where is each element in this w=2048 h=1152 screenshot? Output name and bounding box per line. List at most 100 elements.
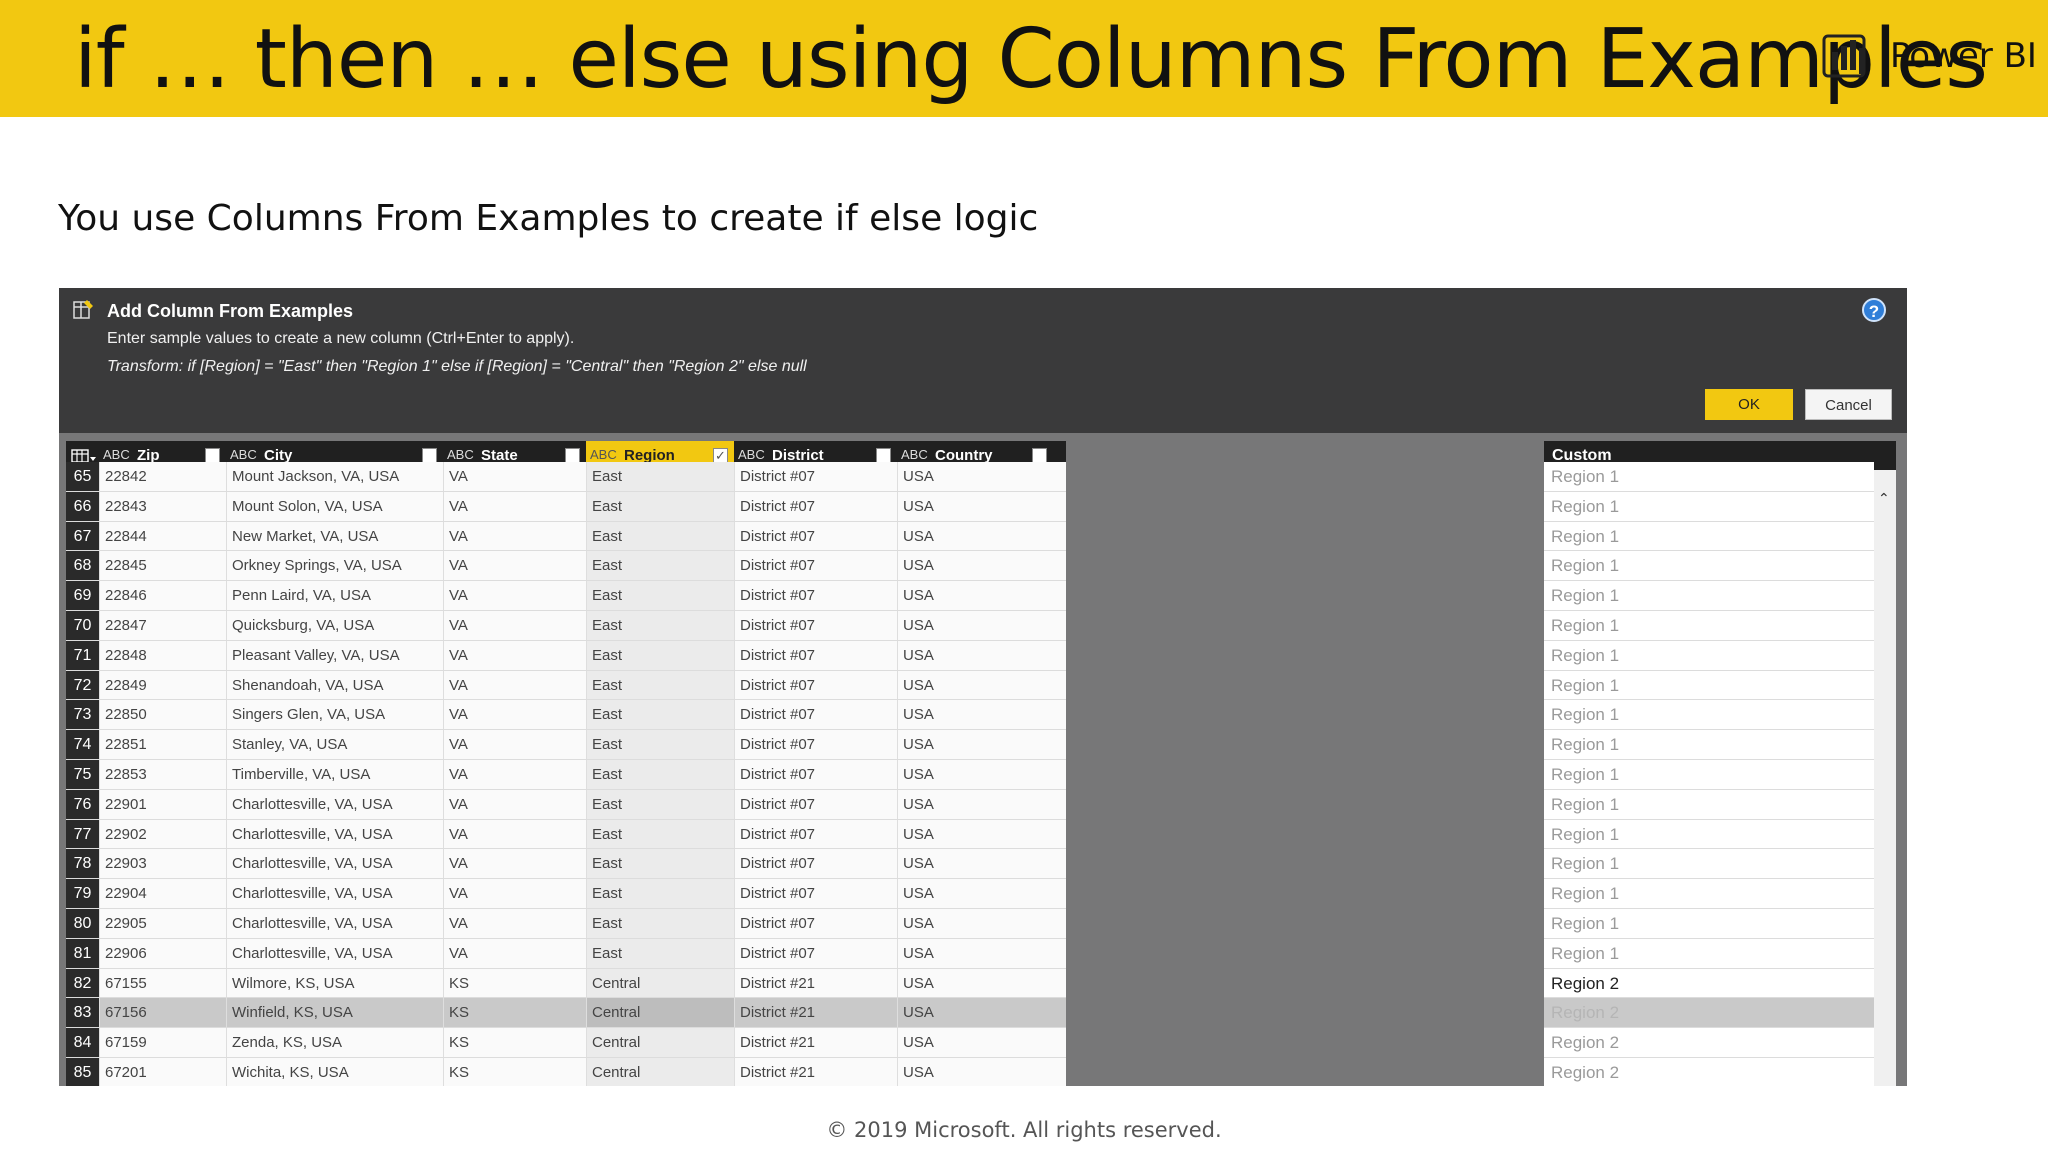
column-checkbox[interactable] <box>205 448 220 463</box>
table-row[interactable]: 70 22847 Quicksburg, VA, USA VA East District… <box>66 611 1066 641</box>
cell-state: VA <box>443 491 586 521</box>
cell-district: District #07 <box>734 700 897 730</box>
custom-value-cell[interactable]: Region 1 <box>1544 909 1874 939</box>
cell-district: District #07 <box>734 670 897 700</box>
help-icon[interactable]: ? <box>1862 298 1886 322</box>
table-row[interactable]: 84 67159 Zenda, KS, USA KS Central District #… <box>66 1028 1066 1058</box>
table-row[interactable]: 68 22845 Orkney Springs, VA, USA VA East Dist… <box>66 551 1066 582</box>
cell-district: District #07 <box>734 730 897 759</box>
custom-value-cell[interactable]: Region 2 <box>1544 1028 1874 1058</box>
cell-state: VA <box>443 819 586 849</box>
custom-value-cell[interactable]: Region 1 <box>1544 879 1874 909</box>
table-row[interactable]: 73 22850 Singers Glen, VA, USA VA East Distri… <box>66 700 1066 731</box>
cell-district: District #07 <box>734 581 897 610</box>
custom-value-cell[interactable]: Region 2 <box>1544 998 1874 1029</box>
column-checkbox[interactable] <box>1032 448 1047 463</box>
table-row[interactable]: 83 67156 Winfield, KS, USA KS Central Distric… <box>66 998 1066 1029</box>
scroll-up-icon[interactable]: ⌃ <box>1878 490 1890 507</box>
cell-country: USA <box>897 491 1053 521</box>
custom-value-cell[interactable]: Region 1 <box>1544 938 1874 969</box>
table-row[interactable]: 72 22849 Shenandoah, VA, USA VA East District… <box>66 670 1066 701</box>
cell-zip: 22905 <box>99 909 226 938</box>
custom-value-cell[interactable]: Region 1 <box>1544 611 1874 641</box>
cell-region: East <box>586 819 734 849</box>
table-row[interactable]: 85 67201 Wichita, KS, USA KS Central District… <box>66 1058 1066 1086</box>
row-number: 83 <box>66 998 99 1028</box>
cell-district: District #07 <box>734 789 897 819</box>
cell-region: East <box>586 491 734 521</box>
column-checkbox-checked[interactable]: ✓ <box>713 448 728 463</box>
custom-value-cell[interactable]: Region 1 <box>1544 760 1874 790</box>
cell-city: Zenda, KS, USA <box>226 1028 443 1057</box>
custom-value-cell[interactable]: Region 1 <box>1544 730 1874 760</box>
table-row[interactable]: 69 22846 Penn Laird, VA, USA VA East District… <box>66 581 1066 611</box>
row-number: 65 <box>66 462 99 491</box>
table-row[interactable]: 77 22902 Charlottesville, VA, USA VA East Dis… <box>66 819 1066 850</box>
row-number: 85 <box>66 1058 99 1086</box>
row-number: 69 <box>66 581 99 610</box>
custom-value-cell[interactable]: Region 1 <box>1544 521 1874 552</box>
cell-country: USA <box>897 760 1053 789</box>
table-row[interactable]: 74 22851 Stanley, VA, USA VA East District #0… <box>66 730 1066 760</box>
table-row[interactable]: 79 22904 Charlottesville, VA, USA VA East Dis… <box>66 879 1066 909</box>
table-row[interactable]: 81 22906 Charlottesville, VA, USA VA East Dis… <box>66 938 1066 969</box>
cell-region: East <box>586 938 734 968</box>
scrollbar[interactable]: ⌃ <box>1874 470 1896 1086</box>
cell-district: District #07 <box>734 938 897 968</box>
cell-country: USA <box>897 789 1053 819</box>
custom-value-cell[interactable]: Region 1 <box>1544 640 1874 671</box>
custom-value-cell[interactable]: Region 2 <box>1544 968 1874 999</box>
column-checkbox[interactable] <box>876 448 891 463</box>
custom-value-cell[interactable]: Region 2 <box>1544 1058 1874 1086</box>
custom-value-cell[interactable]: Region 1 <box>1544 700 1874 731</box>
table-row[interactable]: 78 22903 Charlottesville, VA, USA VA East Dis… <box>66 849 1066 880</box>
custom-value-cell[interactable]: Region 1 <box>1544 491 1874 522</box>
column-checkbox[interactable] <box>422 448 437 463</box>
custom-value-cell[interactable]: Region 1 <box>1544 789 1874 820</box>
cell-state: VA <box>443 789 586 819</box>
cell-city: Charlottesville, VA, USA <box>226 938 443 968</box>
table-row[interactable]: 76 22901 Charlottesville, VA, USA VA East Dis… <box>66 789 1066 820</box>
cell-region: Central <box>586 1028 734 1057</box>
cell-city: Charlottesville, VA, USA <box>226 819 443 849</box>
cell-country: USA <box>897 1058 1053 1086</box>
cell-district: District #07 <box>734 760 897 789</box>
table-row[interactable]: 66 22843 Mount Solon, VA, USA VA East Distric… <box>66 491 1066 522</box>
cell-city: Charlottesville, VA, USA <box>226 879 443 908</box>
cell-district: District #21 <box>734 998 897 1028</box>
table-row[interactable]: 80 22905 Charlottesville, VA, USA VA East Dis… <box>66 909 1066 939</box>
cell-district: District #07 <box>734 462 897 491</box>
cell-region: East <box>586 640 734 670</box>
table-row[interactable]: 75 22853 Timberville, VA, USA VA East Distric… <box>66 760 1066 790</box>
ok-button[interactable]: OK <box>1705 389 1793 420</box>
custom-value-cell[interactable]: Region 1 <box>1544 581 1874 611</box>
power-bi-logo-icon <box>1822 34 1866 78</box>
row-number: 78 <box>66 849 99 879</box>
cell-city: Shenandoah, VA, USA <box>226 670 443 700</box>
cell-district: District #07 <box>734 819 897 849</box>
transform-formula: Transform: if [Region] = "East" then "Re… <box>107 358 807 375</box>
cell-district: District #21 <box>734 968 897 998</box>
table-row[interactable]: 65 22842 Mount Jackson, VA, USA VA East Distr… <box>66 462 1066 492</box>
custom-value-cell[interactable]: Region 1 <box>1544 819 1874 850</box>
table-row[interactable]: 82 67155 Wilmore, KS, USA KS Central District… <box>66 968 1066 999</box>
custom-value-cell[interactable]: Region 1 <box>1544 462 1874 492</box>
row-number: 81 <box>66 938 99 968</box>
cell-zip: 22848 <box>99 640 226 670</box>
custom-value-cell[interactable]: Region 1 <box>1544 849 1874 880</box>
custom-value-cell[interactable]: Region 1 <box>1544 551 1874 582</box>
cell-zip: 22843 <box>99 491 226 521</box>
table-row[interactable]: 71 22848 Pleasant Valley, VA, USA VA East Dis… <box>66 640 1066 671</box>
cancel-button[interactable]: Cancel <box>1805 389 1892 420</box>
cell-district: District #07 <box>734 551 897 581</box>
cell-zip: 22904 <box>99 879 226 908</box>
cell-region: East <box>586 879 734 908</box>
cell-state: VA <box>443 849 586 879</box>
table-row[interactable]: 67 22844 New Market, VA, USA VA East District… <box>66 521 1066 552</box>
cell-state: VA <box>443 760 586 789</box>
cell-state: KS <box>443 968 586 998</box>
row-number: 71 <box>66 640 99 670</box>
custom-value-cell[interactable]: Region 1 <box>1544 670 1874 701</box>
slide-subtitle: You use Columns From Examples to create … <box>58 198 1039 239</box>
column-checkbox[interactable] <box>565 448 580 463</box>
